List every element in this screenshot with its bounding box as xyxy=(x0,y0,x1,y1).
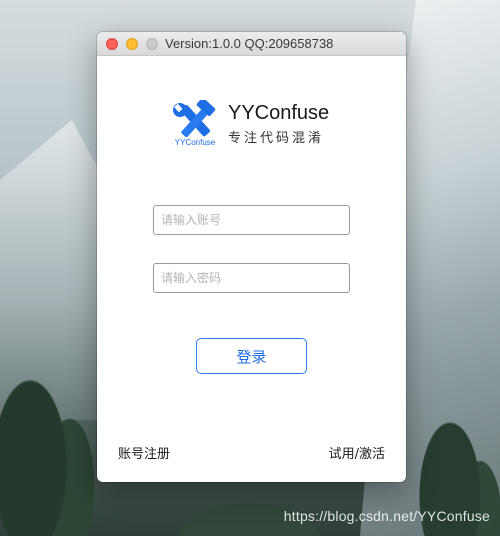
password-input[interactable] xyxy=(153,263,350,293)
title-bar[interactable]: Version:1.0.0 QQ:209658738 xyxy=(97,32,406,56)
login-button[interactable]: 登录 xyxy=(196,338,307,374)
username-input[interactable] xyxy=(153,205,350,235)
register-link[interactable]: 账号注册 xyxy=(118,443,170,462)
logo-caption: YYConfuse xyxy=(174,138,216,147)
maximize-window-button[interactable] xyxy=(146,38,158,50)
app-name: YYConfuse xyxy=(228,102,330,124)
minimize-window-button[interactable] xyxy=(126,38,138,50)
window-title: Version:1.0.0 QQ:209658738 xyxy=(165,36,334,51)
app-slogan: 专注代码混淆 xyxy=(228,131,325,146)
trial-activate-link[interactable]: 试用/激活 xyxy=(329,443,385,462)
watermark-text: https://blog.csdn.net/YYConfuse xyxy=(283,508,490,524)
app-logo: YYConfuse YYConfuse 专注代码混淆 xyxy=(171,100,341,150)
close-window-button[interactable] xyxy=(106,38,118,50)
login-window: Version:1.0.0 QQ:209658738 YYConfuse YYC… xyxy=(97,32,406,482)
